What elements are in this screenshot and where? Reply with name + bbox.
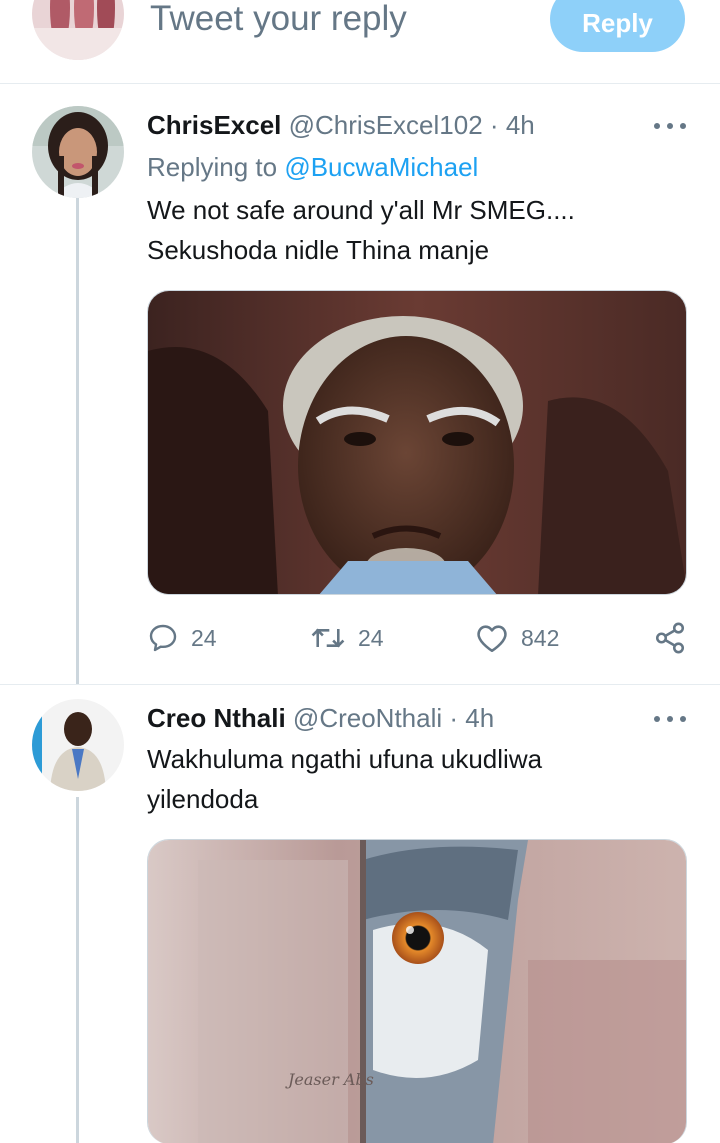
retweet-count: 24 (358, 624, 384, 651)
avatar[interactable] (32, 106, 124, 198)
display-name[interactable]: ChrisExcel (147, 110, 281, 140)
tweet-text-line: We not safe around y'all Mr SMEG.... (147, 195, 575, 225)
reply-composer: Tweet your reply Reply (0, 0, 720, 84)
share-action[interactable] (653, 618, 687, 658)
photo-portrait-elderly-man (148, 291, 686, 594)
thread-line (76, 194, 79, 684)
tweet-text: We not safe around y'all Mr SMEG.... Sek… (147, 190, 667, 270)
tweet-text-line: Sekushoda nidle Thina manje (147, 235, 490, 265)
tweet[interactable]: ChrisExcel @ChrisExcel102 · 4h Replying … (0, 84, 720, 684)
replying-to: Replying to @BucwaMichael (147, 152, 478, 183)
tweet[interactable]: Creo Nthali @CreoNthali · 4h Wakhuluma n… (0, 684, 720, 1143)
tweet-image[interactable]: Jeaser Abs (147, 839, 687, 1143)
tweet-text-line: Wakhuluma ngathi ufuna ukudliwa (147, 744, 543, 774)
retweet-icon (311, 628, 345, 648)
more-icon[interactable] (654, 121, 686, 131)
retweet-action[interactable]: 24 (310, 618, 384, 658)
timestamp[interactable]: 4h (506, 110, 535, 140)
user-handle[interactable]: @ChrisExcel102 (289, 110, 483, 140)
reply-icon (149, 624, 177, 652)
photo-owl-peeking: Jeaser Abs (148, 840, 686, 1143)
share-icon (655, 622, 685, 654)
separator: · (449, 703, 459, 733)
like-icon (477, 625, 507, 653)
reply-count: 24 (191, 624, 217, 651)
tweet-text: Wakhuluma ngathi ufuna ukudliwa yilendod… (147, 739, 667, 819)
tweet-actions: 24 24 842 (147, 618, 692, 658)
like-count: 842 (521, 624, 560, 651)
timestamp[interactable]: 4h (465, 703, 494, 733)
separator: · (489, 110, 499, 140)
media-watermark: Jeaser Abs (285, 1070, 374, 1089)
tweet-reply-input[interactable]: Tweet your reply (150, 0, 407, 38)
thread-line (76, 797, 79, 1143)
tweet-image[interactable] (147, 290, 687, 595)
reply-button[interactable]: Reply (550, 0, 685, 52)
more-icon[interactable] (654, 714, 686, 724)
tweet-text-line: yilendoda (147, 784, 259, 814)
avatar[interactable] (32, 699, 124, 791)
reply-action[interactable]: 24 (147, 618, 217, 658)
tweet-header: Creo Nthali @CreoNthali · 4h (147, 703, 494, 734)
current-user-avatar (32, 0, 124, 60)
tweet-header: ChrisExcel @ChrisExcel102 · 4h (147, 110, 535, 141)
display-name[interactable]: Creo Nthali (147, 703, 286, 733)
replying-prefix: Replying to (147, 152, 278, 182)
like-action[interactable]: 842 (475, 618, 559, 658)
user-handle[interactable]: @CreoNthali (293, 703, 442, 733)
mention-link[interactable]: @BucwaMichael (284, 152, 478, 182)
